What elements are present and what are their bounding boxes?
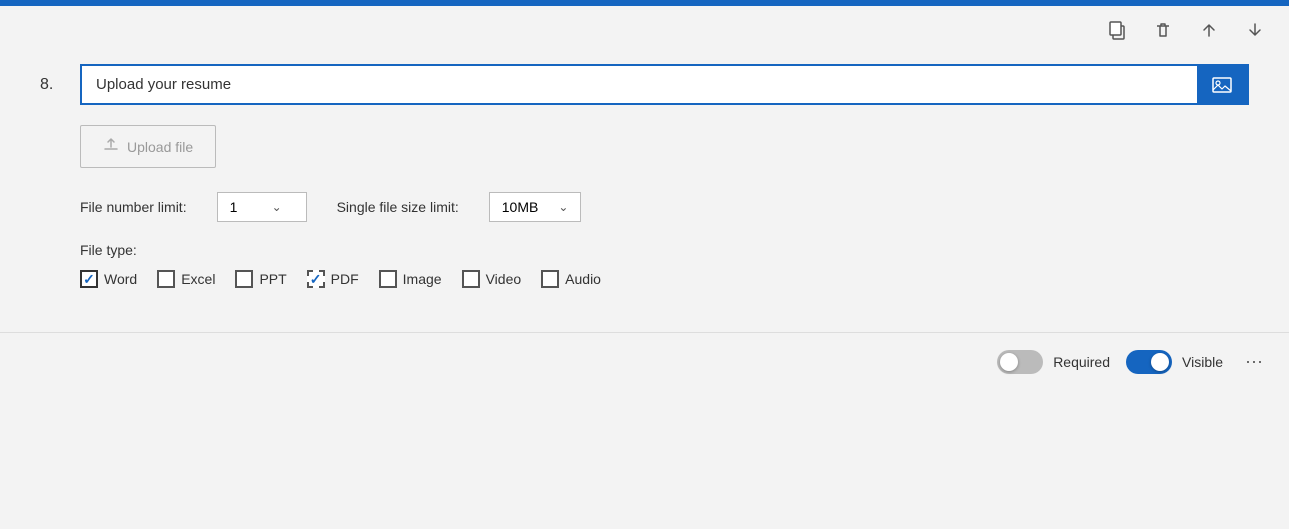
file-type-section: File type: ✓ Word Excel PPT ✓ PDF Image Video Au… xyxy=(80,242,1249,288)
file-type-name-audio: Audio xyxy=(565,271,601,287)
file-type-item: Image xyxy=(379,270,442,288)
limits-row: File number limit: 1 ⌄ Single file size … xyxy=(80,192,1249,222)
main-content: 8. Upload file File number lim xyxy=(0,54,1289,332)
file-number-limit-label: File number limit: xyxy=(80,199,187,215)
file-number-chevron: ⌄ xyxy=(272,200,294,214)
question-row: 8. xyxy=(40,64,1249,105)
checkbox-image[interactable] xyxy=(379,270,397,288)
checkbox-word[interactable]: ✓ xyxy=(80,270,98,288)
visible-label: Visible xyxy=(1182,354,1223,370)
upload-icon xyxy=(103,136,119,157)
file-type-name-pdf: PDF xyxy=(331,271,359,287)
file-type-name-excel: Excel xyxy=(181,271,215,287)
arrow-up-svg xyxy=(1199,20,1219,40)
required-toggle-knob xyxy=(1000,353,1018,371)
move-up-icon[interactable] xyxy=(1195,16,1223,44)
file-type-label: File type: xyxy=(80,242,1249,258)
file-type-item: Audio xyxy=(541,270,601,288)
toolbar xyxy=(0,6,1289,54)
upload-file-label: Upload file xyxy=(127,139,193,155)
file-type-name-image: Image xyxy=(403,271,442,287)
copy-icon[interactable] xyxy=(1103,16,1131,44)
file-size-chevron: ⌄ xyxy=(558,200,568,214)
file-type-name-word: Word xyxy=(104,271,137,287)
checkmark: ✓ xyxy=(83,272,95,286)
file-type-name-ppt: PPT xyxy=(259,271,286,287)
file-type-item: PPT xyxy=(235,270,286,288)
image-icon xyxy=(1211,74,1233,96)
required-toggle[interactable] xyxy=(997,350,1043,374)
move-down-icon[interactable] xyxy=(1241,16,1269,44)
file-number-value: 1 xyxy=(230,199,252,215)
file-type-item: ✓ Word xyxy=(80,270,137,288)
question-input-wrapper xyxy=(80,64,1249,105)
arrow-down-svg xyxy=(1245,20,1265,40)
footer-row: Required Visible ··· xyxy=(0,349,1289,374)
file-type-item: Excel xyxy=(157,270,215,288)
checkbox-pdf[interactable]: ✓ xyxy=(307,270,325,288)
file-type-item: Video xyxy=(462,270,522,288)
more-options-button[interactable]: ··· xyxy=(1239,349,1269,374)
file-size-limit-label: Single file size limit: xyxy=(337,199,459,215)
image-insert-button[interactable] xyxy=(1197,66,1247,103)
copy-svg xyxy=(1107,20,1127,40)
upload-file-button[interactable]: Upload file xyxy=(80,125,216,168)
question-number: 8. xyxy=(40,76,64,94)
delete-icon[interactable] xyxy=(1149,16,1177,44)
file-number-select[interactable]: 1 ⌄ xyxy=(217,192,307,222)
required-toggle-group: Required xyxy=(997,350,1110,374)
visible-toggle-group: Visible xyxy=(1126,350,1223,374)
checkbox-excel[interactable] xyxy=(157,270,175,288)
trash-svg xyxy=(1153,20,1173,40)
checkbox-video[interactable] xyxy=(462,270,480,288)
visible-toggle[interactable] xyxy=(1126,350,1172,374)
divider xyxy=(0,332,1289,333)
file-size-select[interactable]: 10MB ⌄ xyxy=(489,192,582,222)
file-type-name-video: Video xyxy=(486,271,522,287)
file-size-value: 10MB xyxy=(502,199,539,215)
file-type-row: ✓ Word Excel PPT ✓ PDF Image Video Audio xyxy=(80,270,1249,288)
required-label: Required xyxy=(1053,354,1110,370)
checkmark: ✓ xyxy=(310,272,322,286)
checkbox-audio[interactable] xyxy=(541,270,559,288)
question-input[interactable] xyxy=(82,66,1197,103)
checkbox-ppt[interactable] xyxy=(235,270,253,288)
upload-section: Upload file xyxy=(80,125,1249,168)
file-type-item: ✓ PDF xyxy=(307,270,359,288)
visible-toggle-knob xyxy=(1151,353,1169,371)
